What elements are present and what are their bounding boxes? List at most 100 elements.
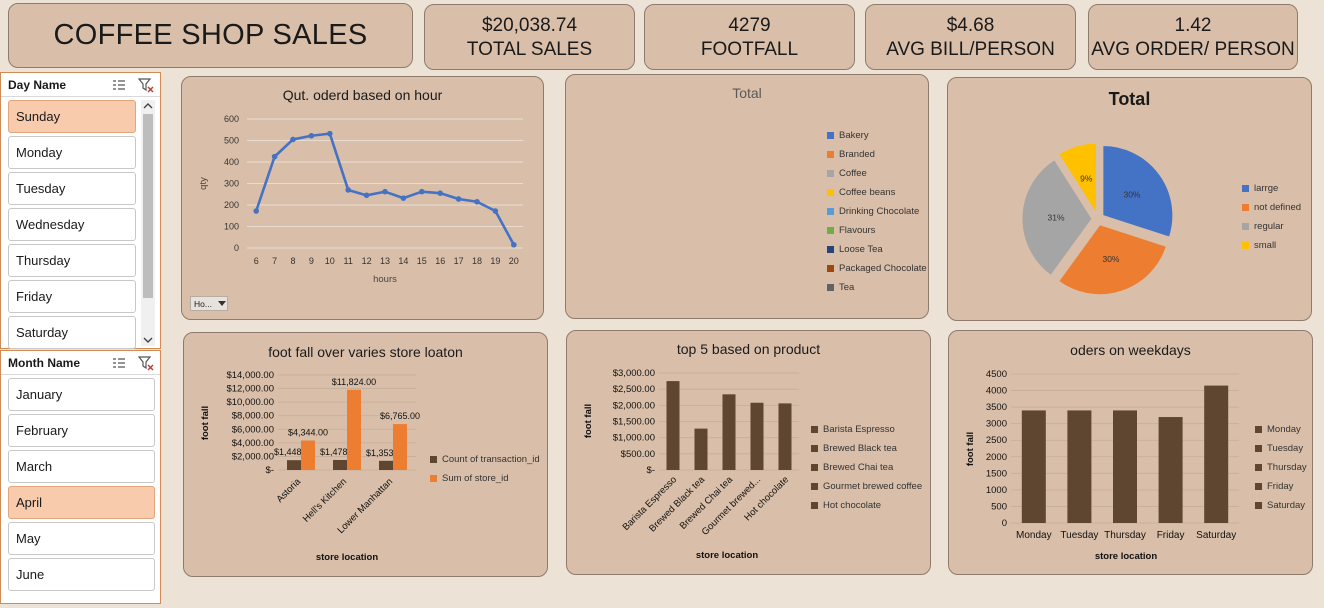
y-tick-label: $12,000.00 [226,384,274,395]
hourly-qty-chart: Qut. oderd based on hour 0 100 200 300 400 50… [181,76,544,320]
kpi-label: TOTAL SALES [466,39,593,60]
chevron-down-icon [217,300,226,306]
data-point [308,132,315,139]
legend-swatch [1242,242,1249,249]
kpi-total-sales: $20,038.74 TOTAL SALES [424,4,635,70]
day-item-thursday[interactable]: Thursday [8,244,136,277]
data-point [271,153,278,160]
kpi-footfall: 4279 FOOTFALL [644,4,855,70]
month-item-april[interactable]: April [8,486,155,519]
x-axis-label: store location [1095,551,1157,562]
y-tick-label: 3500 [986,402,1007,413]
bar [1158,417,1183,523]
day-item-monday[interactable]: Monday [8,136,136,169]
multi-select-icon[interactable] [111,355,127,371]
month-item-january[interactable]: January [8,378,155,411]
legend-entry: small [1242,236,1301,255]
legend-label: Bakery [839,130,869,141]
month-item-june[interactable]: June [8,558,155,591]
hour-field-dropdown[interactable]: Ho... [190,296,228,311]
legend-swatch [827,284,834,291]
legend-label: larrge [1254,183,1279,194]
legend-swatch [827,227,834,234]
scroll-up-icon[interactable] [141,100,155,112]
y-tick-label: $2,000.00 [613,400,655,411]
legend-entry: Count of transaction_id [430,450,540,469]
legend-swatch [811,483,818,490]
legend-label: Loose Tea [839,244,883,255]
bar [750,402,764,470]
x-tick-label: 17 [454,256,464,266]
y-tick-label: 0 [234,243,239,253]
legend-swatch [827,189,834,196]
y-tick-label: $- [647,465,655,476]
kpi-value: 4279 [728,15,771,36]
legend-swatch [1255,502,1262,509]
x-tick-label: 19 [490,256,500,266]
legend-label: Friday [1267,481,1294,492]
slicer-item-label: Tuesday [16,181,66,196]
x-tick-label: 16 [435,256,445,266]
y-tick-label: $10,000.00 [226,397,274,408]
legend-swatch [827,151,834,158]
y-tick-label: 200 [224,200,239,210]
month-item-may[interactable]: May [8,522,155,555]
data-label: 30% [1102,254,1119,264]
day-item-friday[interactable]: Friday [8,280,136,313]
day-item-sunday[interactable]: Sunday [8,100,136,133]
legend-entry: Coffee [827,164,927,183]
legend-entry: Saturday [1255,496,1307,515]
y-tick-label: $500.00 [621,449,655,460]
clear-filter-icon[interactable] [138,355,154,371]
legend-label: Coffee [839,168,867,179]
x-tick-label: 11 [344,256,353,266]
day-item-tuesday[interactable]: Tuesday [8,172,136,205]
legend-swatch [430,475,437,482]
bar [1113,410,1137,523]
month-item-march[interactable]: March [8,450,155,483]
x-tick-label: Thursday [1104,530,1146,541]
data-label: $4,344.00 [288,428,328,438]
data-point [419,188,425,195]
x-axis-label: store location [316,552,378,563]
multi-select-icon[interactable] [111,77,127,93]
legend-swatch [430,456,437,463]
legend-label: Coffee beans [839,187,896,198]
month-item-february[interactable]: February [8,414,155,447]
legend-label: Count of transaction_id [442,454,540,465]
dropdown-label: Ho... [194,298,212,309]
scroll-down-icon[interactable] [141,334,155,346]
data-point [400,195,407,201]
clear-filter-icon[interactable] [138,77,154,93]
x-tick-label: Tuesday [1060,530,1098,541]
pie-legend: Bakery Branded Coffee Coffee beans Drinking … [827,126,927,297]
legend-entry: Friday [1255,477,1307,496]
legend-label: Saturday [1267,500,1306,511]
x-tick-label: Hell's Kitchen [301,476,349,524]
day-item-saturday[interactable]: Saturday [8,316,136,349]
kpi-avg-order: 1.42 AVG ORDER/ PERSON [1088,4,1298,70]
scrollbar-thumb[interactable] [143,114,153,298]
legend-swatch [811,502,818,509]
y-tick-label: $2,000.00 [232,451,274,462]
legend-label: Branded [839,149,875,160]
slicer-item-label: February [16,423,69,438]
legend-label: Drinking Chocolate [839,206,920,217]
top-products-chart: top 5 based on product $- $500.00 $1,000.0… [566,330,931,575]
y-axis-label: foot fall [583,404,594,438]
day-slicer: Day Name Sunday Monday Tuesday Wednesday… [0,72,161,349]
data-point [492,208,499,214]
day-slicer-title: Day Name [8,77,67,92]
legend-label: Tea [839,282,855,293]
legend-entry: Loose Tea [827,240,927,259]
legend-swatch [827,208,834,215]
day-item-wednesday[interactable]: Wednesday [8,208,136,241]
y-tick-label: 600 [224,114,239,124]
legend-entry: Tea [827,278,927,297]
data-point [290,136,296,143]
kpi-value: $20,038.74 [481,15,578,36]
day-slicer-scrollbar[interactable] [141,100,155,346]
slicer-item-label: Saturday [16,325,69,340]
slicer-item-label: January [16,387,63,402]
x-tick-label: 12 [362,256,372,266]
